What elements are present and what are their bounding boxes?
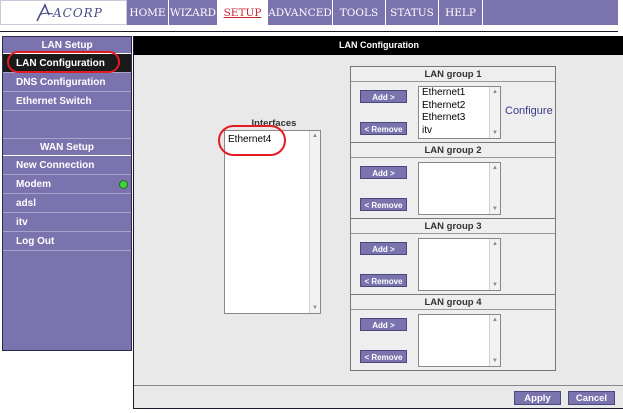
sidebar-spacer	[3, 111, 131, 139]
lan-group-3-title: LAN group 3	[351, 219, 555, 234]
footer-divider	[134, 385, 623, 386]
tab-tools[interactable]: TOOLS	[333, 0, 386, 25]
lan-group-2-listbox[interactable]: ▲ ▼	[418, 162, 501, 215]
header-divider	[0, 25, 618, 32]
scroll-down-icon[interactable]: ▼	[490, 128, 500, 138]
interfaces-scrollbar[interactable]: ▲ ▼	[309, 131, 320, 313]
sidebar: LAN Setup LAN Configuration DNS Configur…	[2, 36, 132, 351]
lan-group-3-add-button[interactable]: Add >	[360, 242, 407, 255]
configure-link[interactable]: Configure	[505, 105, 553, 117]
lan-group-4-title: LAN group 4	[351, 295, 555, 310]
tab-setup[interactable]: SETUP	[218, 0, 268, 25]
list-item[interactable]: Ethernet3	[419, 112, 500, 125]
lan-group-4-remove-button[interactable]: < Remove	[360, 350, 407, 363]
scroll-down-icon[interactable]: ▼	[310, 303, 320, 313]
sidebar-wan-setup-header: WAN Setup	[3, 139, 131, 156]
scroll-up-icon[interactable]: ▲	[490, 239, 500, 249]
tab-wizard[interactable]: WIZARD	[169, 0, 218, 25]
lan-group-1-remove-button[interactable]: < Remove	[360, 122, 407, 135]
acorp-logo: ACORP	[0, 0, 127, 25]
sidebar-item-log-out[interactable]: Log Out	[3, 232, 131, 251]
lan-group-3-listbox[interactable]: ▲ ▼	[418, 238, 501, 291]
sidebar-item-adsl[interactable]: adsl	[3, 194, 131, 213]
lan-group-3-scrollbar[interactable]: ▲ ▼	[489, 239, 500, 290]
tab-advanced[interactable]: ADVANCED	[268, 0, 333, 25]
annotation-circle-lan-configuration	[7, 51, 120, 73]
lan-group-2: LAN group 2 Add > < Remove ▲ ▼	[351, 143, 555, 219]
lan-group-4-add-button[interactable]: Add >	[360, 318, 407, 331]
lan-group-3-remove-button[interactable]: < Remove	[360, 274, 407, 287]
lan-groups-panel: LAN group 1 Add > < Remove Ethernet1 Eth…	[350, 66, 556, 371]
lan-group-2-add-button[interactable]: Add >	[360, 166, 407, 179]
lan-group-1: LAN group 1 Add > < Remove Ethernet1 Eth…	[351, 67, 555, 143]
sidebar-item-modem-label: Modem	[16, 179, 51, 190]
logo-text: ACORP	[53, 6, 103, 20]
lan-group-2-scrollbar[interactable]: ▲ ▼	[489, 163, 500, 214]
interfaces-listbox[interactable]: Ethernet4 ▲ ▼	[224, 130, 321, 314]
scroll-up-icon[interactable]: ▲	[490, 87, 500, 97]
cancel-button[interactable]: Cancel	[568, 391, 615, 405]
list-item[interactable]: itv	[419, 125, 500, 138]
sidebar-item-dns-configuration[interactable]: DNS Configuration	[3, 73, 131, 92]
annotation-circle-ethernet4	[218, 125, 286, 156]
sidebar-item-itv[interactable]: itv	[3, 213, 131, 232]
sidebar-item-ethernet-switch[interactable]: Ethernet Switch	[3, 92, 131, 111]
tab-status[interactable]: STATUS	[386, 0, 439, 25]
scroll-up-icon[interactable]: ▲	[490, 163, 500, 173]
lan-group-4: LAN group 4 Add > < Remove ▲ ▼	[351, 295, 555, 371]
logo-swoosh-icon	[36, 3, 54, 22]
list-item[interactable]: Ethernet1	[419, 87, 500, 100]
apply-button[interactable]: Apply	[514, 391, 561, 405]
lan-group-1-scrollbar[interactable]: ▲ ▼	[489, 87, 500, 138]
lan-group-1-listbox[interactable]: Ethernet1 Ethernet2 Ethernet3 itv ▲ ▼	[418, 86, 501, 139]
tab-home[interactable]: HOME	[127, 0, 169, 25]
lan-group-1-title: LAN group 1	[351, 67, 555, 82]
lan-group-4-scrollbar[interactable]: ▲ ▼	[489, 315, 500, 366]
lan-group-2-remove-button[interactable]: < Remove	[360, 198, 407, 211]
tab-help[interactable]: HELP	[439, 0, 483, 25]
scroll-up-icon[interactable]: ▲	[310, 131, 320, 141]
nav-filler	[483, 0, 618, 25]
list-item[interactable]: Ethernet2	[419, 100, 500, 113]
sidebar-item-new-connection[interactable]: New Connection	[3, 156, 131, 175]
lan-group-1-add-button[interactable]: Add >	[360, 90, 407, 103]
scroll-up-icon[interactable]: ▲	[490, 315, 500, 325]
sidebar-item-modem[interactable]: Modem	[3, 175, 131, 194]
scroll-down-icon[interactable]: ▼	[490, 280, 500, 290]
lan-group-4-listbox[interactable]: ▲ ▼	[418, 314, 501, 367]
top-navigation: HOME WIZARD SETUP ADVANCED TOOLS STATUS …	[127, 0, 618, 25]
lan-group-3: LAN group 3 Add > < Remove ▲ ▼	[351, 219, 555, 295]
lan-group-2-title: LAN group 2	[351, 143, 555, 158]
scroll-down-icon[interactable]: ▼	[490, 204, 500, 214]
status-dot-icon	[119, 180, 128, 189]
page-title: LAN Configuration	[134, 36, 623, 55]
scroll-down-icon[interactable]: ▼	[490, 356, 500, 366]
